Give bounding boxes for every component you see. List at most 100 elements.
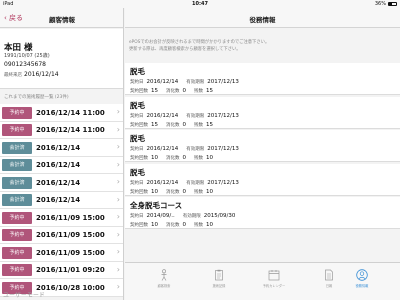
history-date: 2016/11/09 15:00 — [36, 213, 105, 222]
status-badge: 予約中 — [2, 246, 32, 259]
remaining-count: 15 — [206, 88, 213, 94]
contract-date: 2016/12/14 — [146, 179, 179, 186]
customer-phone: 09012345678 — [4, 61, 46, 68]
contract-date: 2016/12/14 — [146, 112, 179, 119]
history-header: これまでの施術履歴一覧 (23件) — [4, 95, 69, 100]
expiry-label: 有効期限 — [186, 80, 205, 85]
customer-summary: 本田 様 1991/10/07 (25歳) 09012345678 最終来店 2… — [0, 29, 123, 89]
contract-count: 10 — [151, 222, 158, 228]
contract-count-label: 契約回数 — [130, 122, 148, 128]
chevron-right-icon: › — [116, 194, 120, 204]
remaining-label: 残数 — [194, 122, 203, 128]
contract-count-label: 契約回数 — [130, 189, 148, 195]
contract-date-label: 契約日 — [130, 214, 144, 219]
remaining-count: 15 — [206, 121, 213, 128]
status-badge: 予約中 — [2, 211, 32, 224]
history-row[interactable]: 予約中 2016/11/09 15:00 › — [0, 226, 123, 244]
contract-date-label: 契約日 — [130, 180, 144, 186]
history-row[interactable]: 予約中 2016/12/14 11:00 › — [0, 104, 123, 122]
contract-card: 全身脱毛コース 契約日 2014/09/.. 有効期限 2015/09/30 契約回数… — [125, 197, 400, 229]
history-row[interactable]: 会計済 2016/12/14 › — [0, 139, 123, 157]
sync-notice: ePOSでのお会計が反映されるまで時間がかかりますのでご注意下さい。 更新する際… — [129, 39, 397, 53]
expiry-date: 2017/12/13 — [207, 179, 239, 186]
contract-count-label: 契約回数 — [130, 156, 148, 161]
chevron-right-icon: › — [116, 247, 120, 256]
used-count-label: 消化数 — [166, 189, 180, 195]
used-count: 0 — [182, 88, 187, 94]
tab-treatment-record[interactable]: 施術記録 — [204, 267, 234, 299]
customer-dob: 1991/10/07 (25歳) — [4, 53, 50, 59]
history-date: 2016/12/14 — [36, 178, 81, 187]
status-badge: 会計済 — [2, 141, 32, 154]
contract-name: 脱毛 — [130, 167, 145, 177]
tab-service-info[interactable]: 役務情報 — [347, 267, 377, 299]
status-badge: 会計済 — [2, 194, 32, 206]
notice-line-1: ePOSでのお会計が反映されるまで時間がかかりますのでご注意下さい。 — [129, 40, 270, 45]
contract-card: 脱毛 契約日 2016/12/14 有効期限 2017/12/13 契約回数 10 消化数… — [125, 163, 400, 196]
history-date: 2016/12/14 — [36, 161, 81, 169]
history-row[interactable]: 予約中 2016/11/09 15:00 › — [0, 244, 123, 262]
history-row[interactable]: 会計済 2016/12/14 › — [0, 174, 123, 192]
history-date: 2016/11/01 09:20 — [36, 266, 105, 274]
used-count-label: 消化数 — [166, 89, 180, 94]
expiry-label: 有効期限 — [186, 113, 205, 119]
profile-icon — [356, 269, 368, 281]
used-count: 0 — [182, 121, 187, 128]
last-visit-label: 最終来店 — [4, 73, 22, 78]
tab-bar: 顧客検索 施術記録 予約カレンダー 日報 役務情報 — [125, 262, 400, 300]
chevron-right-icon: › — [116, 124, 120, 134]
expiry-date: 2017/12/13 — [207, 79, 239, 85]
used-count: 0 — [182, 188, 187, 195]
chevron-right-icon: › — [116, 229, 120, 239]
chevron-right-icon: › — [116, 142, 120, 151]
tab-reservation-calendar[interactable]: 予約カレンダー — [259, 267, 289, 299]
used-count-label: 消化数 — [166, 156, 180, 161]
history-row[interactable]: 会計済 2016/12/14 › — [0, 191, 123, 209]
document-icon — [325, 269, 333, 281]
customer-pane: ‹ 戻る 顧客情報 本田 様 1991/10/07 (25歳) 09012345… — [0, 8, 124, 300]
tab-label: 役務情報 — [355, 284, 369, 288]
contract-count-label: 契約回数 — [130, 223, 148, 228]
battery-icon — [388, 2, 397, 6]
history-row[interactable]: 予約中 2016/12/14 11:00 › — [0, 121, 123, 139]
customer-header: ‹ 戻る 顧客情報 — [0, 8, 123, 28]
contract-name: 全身脱毛コース — [130, 201, 183, 210]
contract-count: 15 — [151, 121, 158, 128]
contract-name: 脱毛 — [130, 134, 145, 143]
page-title: 顧客情報 — [49, 16, 75, 24]
expiry-label: 有効期限 — [186, 180, 205, 186]
contract-count: 15 — [151, 88, 158, 94]
history-list: 予約中 2016/12/14 11:00 › 予約中 2016/12/14 11… — [0, 104, 123, 297]
history-date: 2016/10/28 10:00 — [36, 283, 105, 292]
tab-customer-search[interactable]: 顧客検索 — [149, 267, 179, 299]
history-row[interactable]: 会計済 2016/12/14 › — [0, 156, 123, 174]
history-date: 2016/12/14 11:00 — [36, 126, 105, 134]
used-count: 0 — [182, 155, 187, 161]
tab-daily-report[interactable]: 日報 — [314, 267, 344, 299]
history-row[interactable]: 予約中 2016/11/09 15:00 › — [0, 209, 123, 227]
contract-date: 2014/09/.. — [146, 213, 175, 219]
remaining-label: 残数 — [194, 156, 203, 161]
user-mode-label: ユーザーモード — [3, 292, 45, 299]
service-pane: 役務情報 ePOSでのお会計が反映されるまで時間がかかりますのでご注意下さい。 … — [125, 8, 400, 300]
contract-count: 10 — [151, 188, 158, 195]
tab-label: 日報 — [325, 284, 333, 288]
chevron-right-icon: › — [116, 212, 120, 221]
tab-label: 予約カレンダー — [262, 284, 286, 288]
person-icon — [161, 269, 167, 281]
used-count-label: 消化数 — [166, 223, 180, 228]
battery-percent: 36% — [374, 1, 386, 7]
remaining-label: 残数 — [194, 89, 203, 94]
status-time: 10:47 — [192, 1, 208, 7]
contract-count: 10 — [151, 155, 158, 161]
history-row[interactable]: 予約中 2016/11/01 09:20 › — [0, 261, 123, 279]
status-badge: 会計済 — [2, 159, 32, 171]
calendar-icon — [268, 270, 280, 281]
status-badge: 予約中 — [2, 106, 32, 119]
contract-date-label: 契約日 — [130, 113, 144, 119]
notice-line-2: 更新する際は、再度顧客検索から顧客を選択して下さい。 — [129, 47, 241, 52]
remaining-count: 10 — [206, 188, 213, 195]
contract-card: 脱毛 契約日 2016/12/14 有効期限 2017/12/13 契約回数 10 消化数… — [125, 130, 400, 162]
contract-name: 脱毛 — [130, 100, 145, 110]
used-count-label: 消化数 — [166, 122, 180, 128]
